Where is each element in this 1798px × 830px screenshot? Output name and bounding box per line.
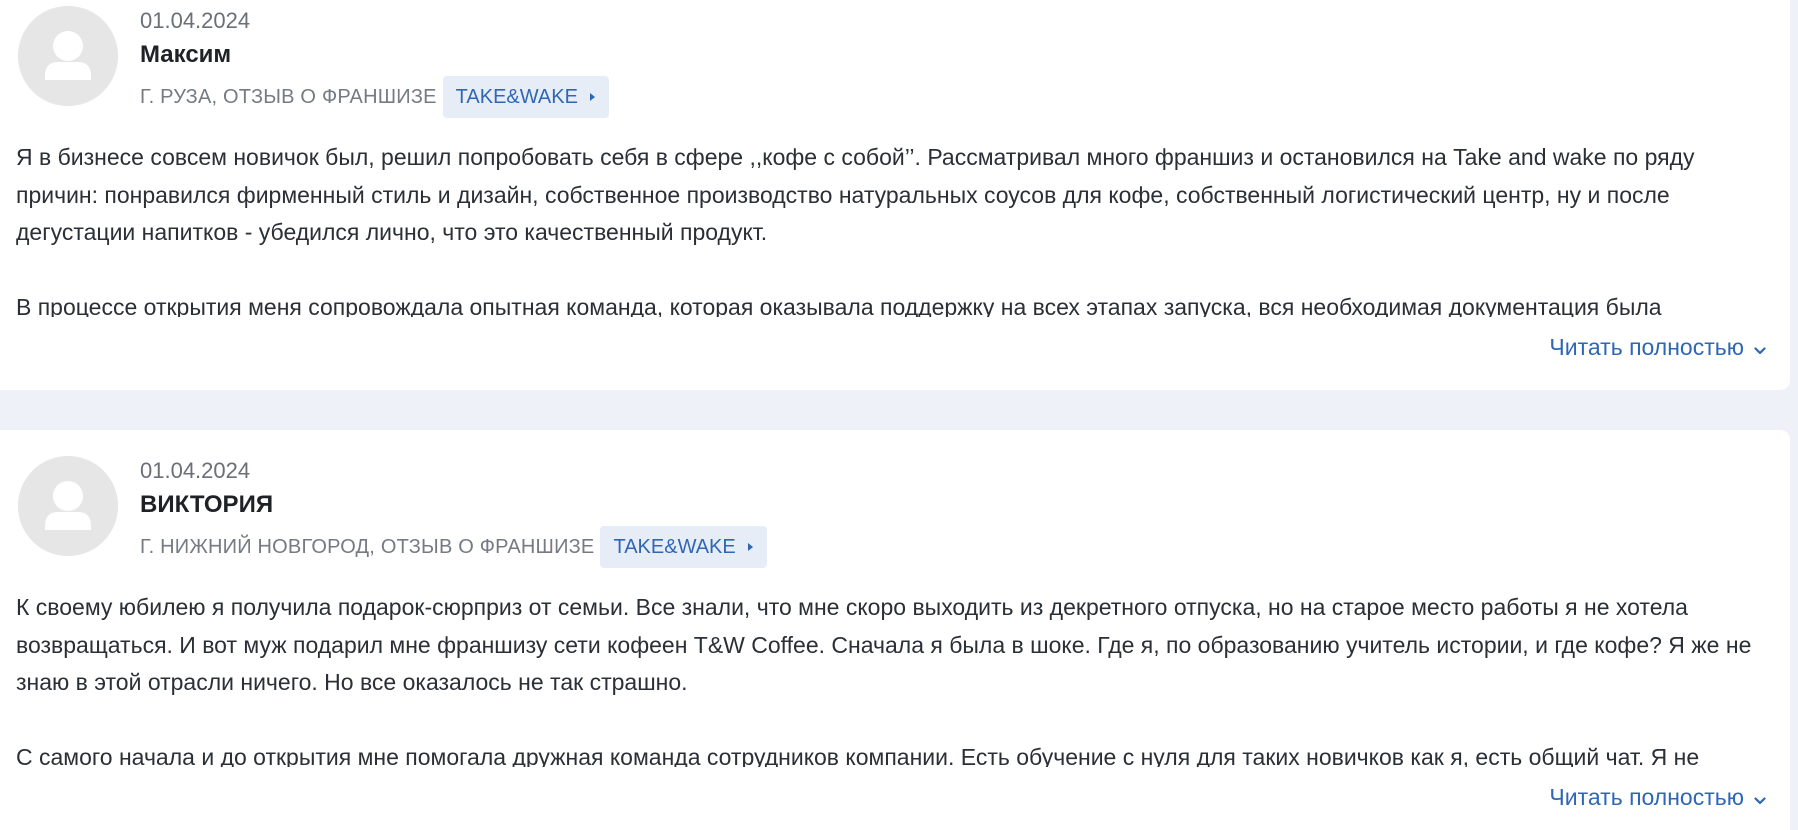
review-paragraph: К своему юбилею я получила подарок-сюрпр… xyxy=(16,594,1752,695)
review-meta: 01.04.2024 ВИКТОРИЯ г. Нижний Новгород, … xyxy=(140,458,767,568)
review-list: 01.04.2024 Максим г. Руза, Отзыв о франш… xyxy=(0,0,1798,830)
author-name: Максим xyxy=(140,41,232,68)
franchise-tag-label: Take&Wake xyxy=(613,535,736,558)
caret-right-icon xyxy=(589,93,595,101)
review-meta: 01.04.2024 Максим г. Руза, Отзыв о франш… xyxy=(140,8,609,118)
location-row: г. Руза, Отзыв о франшизе Take&Wake xyxy=(140,76,609,118)
review-text: Я в бизнесе совсем новичок был, решил по… xyxy=(16,139,1778,317)
review-text: К своему юбилею я получила подарок-сюрпр… xyxy=(16,589,1778,767)
read-more-link[interactable]: Читать полностью xyxy=(1549,784,1766,811)
read-more-link[interactable]: Читать полностью xyxy=(1549,334,1766,361)
chevron-down-icon xyxy=(1754,784,1766,811)
review-paragraph: С самого начала и до открытия мне помога… xyxy=(16,744,1700,767)
user-silhouette-icon xyxy=(18,456,118,556)
franchise-tag-label: Take&Wake xyxy=(455,85,578,108)
review-paragraph: В процессе открытия меня сопровождала оп… xyxy=(16,294,1662,317)
read-more-label: Читать полностью xyxy=(1549,784,1744,810)
review-paragraph: Я в бизнесе совсем новичок был, решил по… xyxy=(16,144,1695,245)
review-date: 01.04.2024 xyxy=(140,458,251,483)
author-name: ВИКТОРИЯ xyxy=(140,491,274,518)
avatar xyxy=(18,456,118,556)
user-silhouette-icon xyxy=(18,6,118,106)
review-card: 01.04.2024 Максим г. Руза, Отзыв о франш… xyxy=(0,0,1790,390)
location-row: г. Нижний Новгород, Отзыв о франшизе Tak… xyxy=(140,526,767,568)
chevron-down-icon xyxy=(1754,334,1766,361)
review-location: г. Руза, Отзыв о франшизе xyxy=(140,85,437,108)
franchise-tag-link[interactable]: Take&Wake xyxy=(442,76,609,118)
review-date: 01.04.2024 xyxy=(140,8,251,33)
franchise-tag-link[interactable]: Take&Wake xyxy=(600,526,767,568)
review-card: 01.04.2024 ВИКТОРИЯ г. Нижний Новгород, … xyxy=(0,430,1790,830)
review-location: г. Нижний Новгород, Отзыв о франшизе xyxy=(140,535,595,558)
caret-right-icon xyxy=(747,543,753,551)
read-more-label: Читать полностью xyxy=(1549,334,1744,360)
avatar xyxy=(18,6,118,106)
